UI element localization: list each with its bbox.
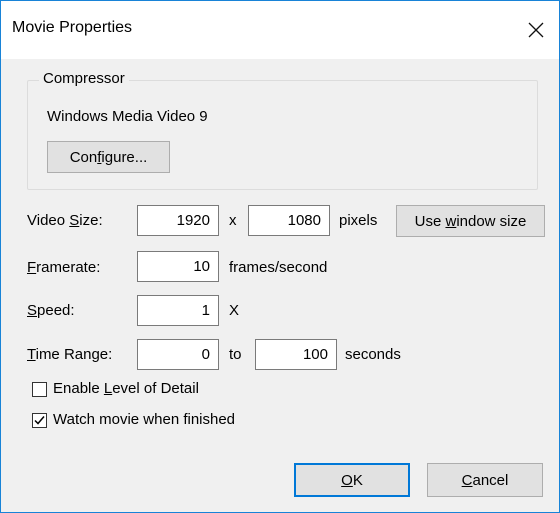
- compressor-group: [27, 80, 538, 190]
- cancel-label: Cancel: [461, 471, 509, 489]
- speed-field[interactable]: 1: [137, 295, 219, 326]
- video-size-unit: pixels: [339, 212, 378, 229]
- framerate-label: Framerate:: [27, 259, 101, 276]
- time-range-end-field[interactable]: 100: [255, 339, 337, 370]
- framerate-unit: frames/second: [229, 259, 328, 276]
- title-bar: Movie Properties: [1, 1, 559, 59]
- configure-button[interactable]: Configure...: [47, 141, 170, 173]
- configure-label: Configure...: [69, 148, 148, 166]
- close-button[interactable]: [513, 1, 559, 59]
- movie-properties-dialog: Movie Properties Compressor Windows Medi…: [0, 0, 560, 513]
- watch-movie-label: Watch movie when finished: [53, 411, 236, 428]
- speed-unit: X: [229, 302, 240, 319]
- video-width-field[interactable]: 1920: [137, 205, 219, 236]
- close-icon: [528, 22, 544, 38]
- use-window-size-button[interactable]: Use window size: [396, 205, 545, 237]
- codec-name: Windows Media Video 9: [47, 108, 208, 125]
- video-size-label: Video Size:: [27, 212, 103, 229]
- use-window-size-label: Use window size: [414, 212, 527, 230]
- time-range-to-label: to: [229, 346, 242, 363]
- dialog-title: Movie Properties: [12, 19, 133, 36]
- checkmark-icon: [34, 416, 45, 425]
- time-range-unit: seconds: [345, 346, 401, 363]
- time-range-label: Time Range:: [27, 346, 113, 363]
- level-of-detail-checkbox[interactable]: [32, 382, 47, 397]
- watch-movie-checkbox[interactable]: [32, 413, 47, 428]
- ok-button[interactable]: OK: [294, 463, 410, 497]
- level-of-detail-label: Enable Level of Detail: [53, 380, 199, 397]
- compressor-group-label: Compressor: [39, 70, 129, 87]
- speed-label: Speed:: [27, 302, 75, 319]
- framerate-field[interactable]: 10: [137, 251, 219, 282]
- time-range-start-field[interactable]: 0: [137, 339, 219, 370]
- cancel-button[interactable]: Cancel: [427, 463, 543, 497]
- video-height-field[interactable]: 1080: [248, 205, 330, 236]
- ok-label: OK: [341, 471, 363, 489]
- video-size-x-separator: x: [229, 212, 237, 229]
